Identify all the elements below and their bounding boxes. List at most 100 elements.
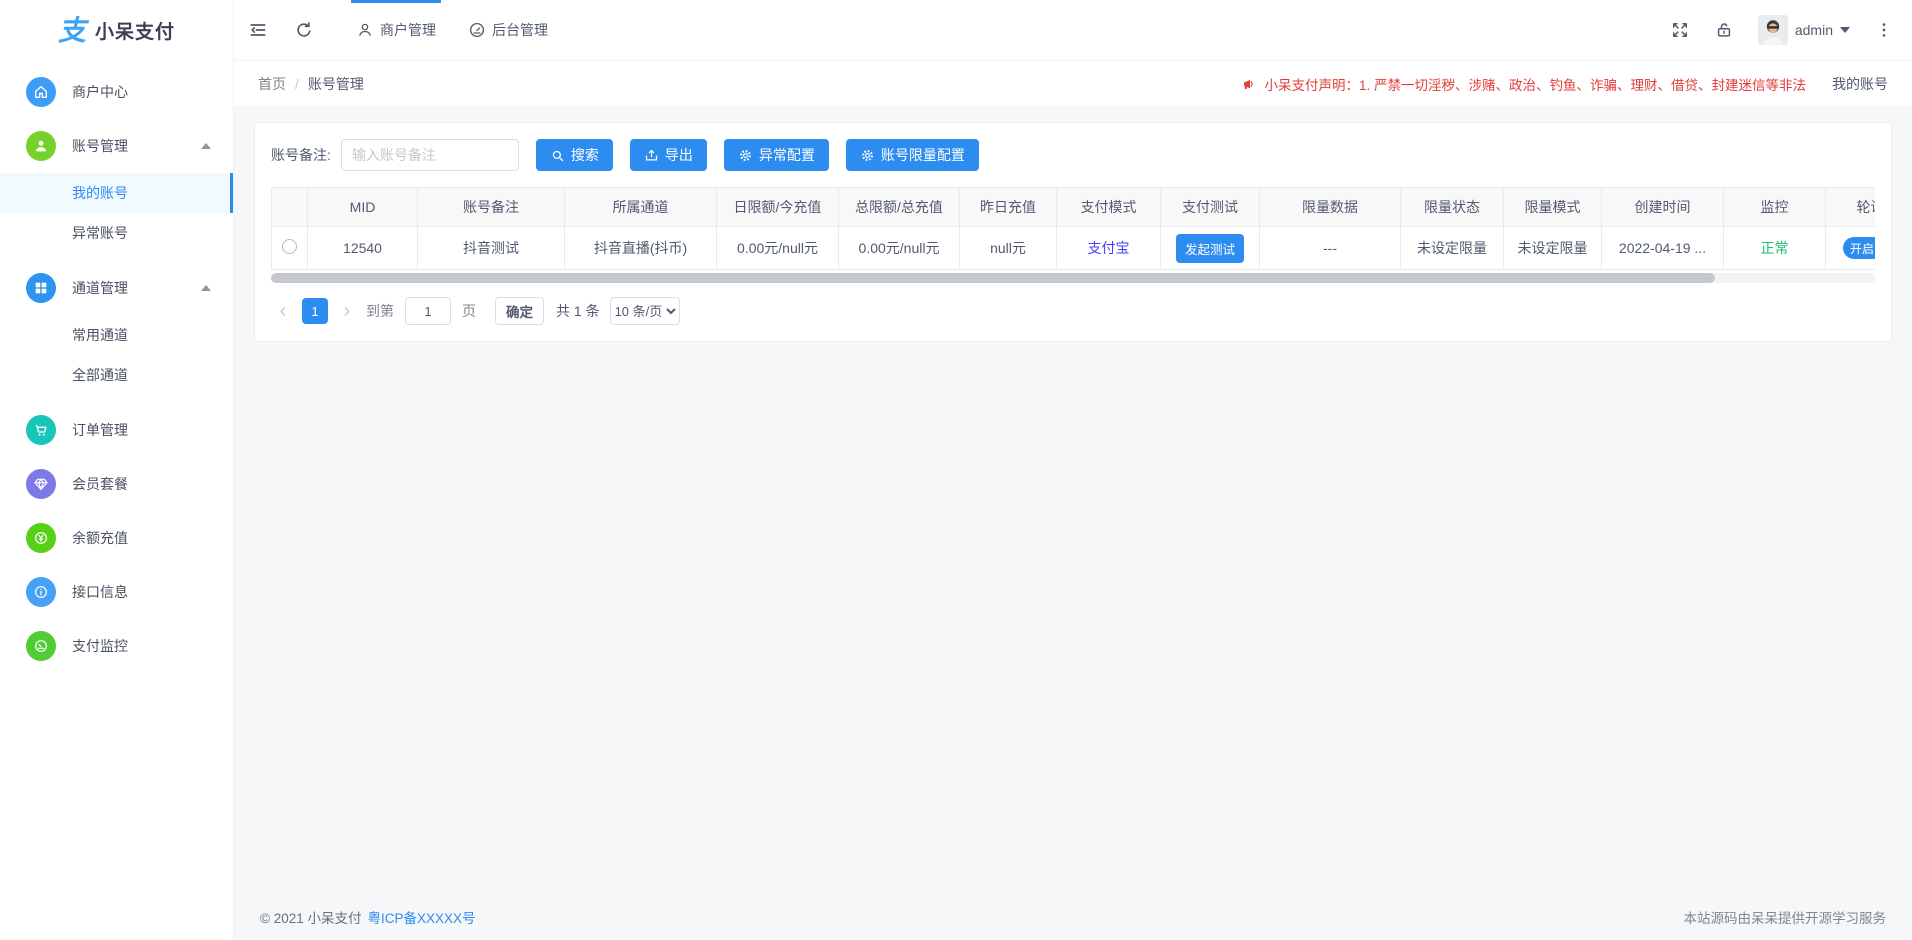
more-options-icon[interactable] [1874, 20, 1894, 40]
start-test-button[interactable]: 发起测试 [1176, 234, 1244, 263]
sidebar-item-label: 通道管理 [72, 278, 128, 298]
yuan-icon [26, 523, 56, 553]
sidebar-item-member-packages[interactable]: 会员套餐 [0, 457, 233, 511]
breadcrumb-separator: / [295, 76, 299, 92]
sidebar-item-merchant-center[interactable]: 商户中心 [0, 65, 233, 119]
prev-page-icon[interactable]: ‹ [271, 299, 295, 323]
horizontal-scrollbar-thumb[interactable] [271, 273, 1715, 283]
topbar: 商户管理 后台管理 admin [234, 0, 1912, 61]
sidebar-subitem-label: 全部通道 [72, 365, 128, 385]
tab-merchant-management[interactable]: 商户管理 [351, 0, 441, 61]
megaphone-icon [1241, 76, 1257, 92]
cell-limit-mode: 未设定限量 [1504, 227, 1602, 270]
table-header-row: MID 账号备注 所属通道 日限额/今充值 总限额/总充值 昨日充值 支付模式 … [272, 188, 1876, 227]
app-root: 支 小呆支付 商户中心 账号管理 我的账号 异常账号 [0, 0, 1912, 940]
grid-icon [26, 273, 56, 303]
search-button[interactable]: 搜索 [536, 139, 613, 171]
monitor-status: 正常 [1761, 240, 1789, 256]
logo-glyph-icon: 支 [58, 17, 86, 45]
sidebar-item-my-accounts[interactable]: 我的账号 [0, 173, 233, 213]
cell-mid: 12540 [308, 227, 418, 270]
confirm-button[interactable]: 确定 [495, 297, 544, 325]
lock-icon[interactable] [1714, 20, 1734, 40]
breadcrumb-home[interactable]: 首页 [258, 74, 286, 94]
col-pay-test: 支付测试 [1161, 188, 1260, 227]
sidebar-item-common-channels[interactable]: 常用通道 [0, 315, 233, 355]
sidebar-group-channel-management[interactable]: 通道管理 [0, 261, 233, 315]
filter-toolbar: 账号备注: 搜索 导出 异常配置 [271, 139, 1875, 171]
pagination: ‹ 1 › 到第 页 确定 共 1 条 10 条/页 [271, 297, 1875, 325]
cell-channel: 抖音直播(抖币) [565, 227, 717, 270]
col-created: 创建时间 [1602, 188, 1724, 227]
cell-created: 2022-04-19 ... [1602, 227, 1724, 270]
col-yesterday: 昨日充值 [960, 188, 1057, 227]
abnormal-config-button[interactable]: 异常配置 [724, 139, 829, 171]
account-remark-input[interactable] [341, 139, 519, 171]
breadcrumb-current: 账号管理 [308, 74, 364, 94]
sidebar-item-payment-monitor[interactable]: 支付监控 [0, 619, 233, 673]
cell-total: 0.00元/null元 [839, 227, 960, 270]
gear-icon [738, 148, 753, 163]
goto-suffix-label: 页 [462, 301, 476, 321]
sidebar-subitem-label: 常用通道 [72, 325, 128, 345]
chevron-down-icon [1840, 27, 1850, 33]
chevron-up-icon [201, 143, 211, 149]
sidebar-item-all-channels[interactable]: 全部通道 [0, 355, 233, 395]
refresh-icon[interactable] [294, 20, 314, 40]
menu-fold-icon[interactable] [248, 20, 268, 40]
fullscreen-icon[interactable] [1670, 20, 1690, 40]
polling-toggle[interactable]: 开启 [1843, 237, 1875, 259]
icp-link[interactable]: 粤ICP备XXXXX号 [367, 911, 475, 926]
goto-prefix-label: 到第 [366, 301, 394, 321]
topbar-right: admin [1670, 15, 1898, 45]
horizontal-scrollbar-track[interactable] [271, 273, 1875, 283]
sidebar-item-label: 订单管理 [72, 420, 128, 440]
cell-daily: 0.00元/null元 [717, 227, 839, 270]
cell-limit-data: --- [1260, 227, 1401, 270]
gear-icon [860, 148, 875, 163]
sidebar-item-order-management[interactable]: 订单管理 [0, 403, 233, 457]
info-icon [26, 577, 56, 607]
sidebar-item-label: 余额充值 [72, 528, 128, 548]
pay-mode-link[interactable]: 支付宝 [1088, 240, 1130, 256]
tab-backend-management[interactable]: 后台管理 [463, 0, 553, 61]
export-icon [644, 148, 659, 163]
col-mid: MID [308, 188, 418, 227]
chevron-up-icon [201, 285, 211, 291]
cell-limit-status: 未设定限量 [1401, 227, 1504, 270]
sidebar-subitem-label: 我的账号 [72, 183, 128, 203]
sidebar-item-label: 商户中心 [72, 82, 128, 102]
col-daily-limit: 日限额/今充值 [717, 188, 839, 227]
sidebar-item-api-info[interactable]: 接口信息 [0, 565, 233, 619]
sidebar: 支 小呆支付 商户中心 账号管理 我的账号 异常账号 [0, 0, 234, 940]
sidebar-item-balance-recharge[interactable]: 余额充值 [0, 511, 233, 565]
notice-text: 小呆支付声明：1. 严禁一切淫秽、涉赌、政治、钓鱼、诈骗、理财、借贷、封建迷信等… [1264, 74, 1806, 94]
username: admin [1795, 22, 1833, 38]
user-menu[interactable]: admin [1758, 15, 1850, 45]
goto-page-input[interactable] [405, 297, 451, 325]
col-limit-status: 限量状态 [1401, 188, 1504, 227]
col-remark: 账号备注 [418, 188, 565, 227]
account-limit-config-button[interactable]: 账号限量配置 [846, 139, 979, 171]
gauge-icon [26, 631, 56, 661]
next-page-icon[interactable]: › [335, 299, 359, 323]
col-select [272, 188, 308, 227]
col-total-limit: 总限额/总充值 [839, 188, 960, 227]
export-button[interactable]: 导出 [630, 139, 707, 171]
footer-right-text: 本站源码由呆呆提供开源学习服务 [1684, 907, 1887, 927]
sidebar-item-label: 会员套餐 [72, 474, 128, 494]
row-radio[interactable] [282, 239, 297, 254]
sidebar-menu: 商户中心 账号管理 我的账号 异常账号 通道管理 [0, 61, 233, 673]
page-number-button[interactable]: 1 [302, 298, 328, 324]
sidebar-group-account-management[interactable]: 账号管理 [0, 119, 233, 173]
sidebar-item-abnormal-accounts[interactable]: 异常账号 [0, 213, 233, 253]
col-monitor: 监控 [1724, 188, 1826, 227]
col-channel: 所属通道 [565, 188, 717, 227]
page-size-select[interactable]: 10 条/页 [610, 297, 680, 325]
main-column: 商户管理 后台管理 admin [234, 0, 1912, 940]
opened-page-tag[interactable]: 我的账号 [1832, 74, 1888, 94]
search-icon [550, 148, 565, 163]
tab-label: 后台管理 [492, 20, 548, 40]
site-notice: 小呆支付声明：1. 严禁一切淫秽、涉赌、政治、钓鱼、诈骗、理财、借贷、封建迷信等… [1241, 74, 1806, 94]
footer: © 2021 小呆支付粤ICP备XXXXX号 本站源码由呆呆提供开源学习服务 [234, 894, 1912, 940]
